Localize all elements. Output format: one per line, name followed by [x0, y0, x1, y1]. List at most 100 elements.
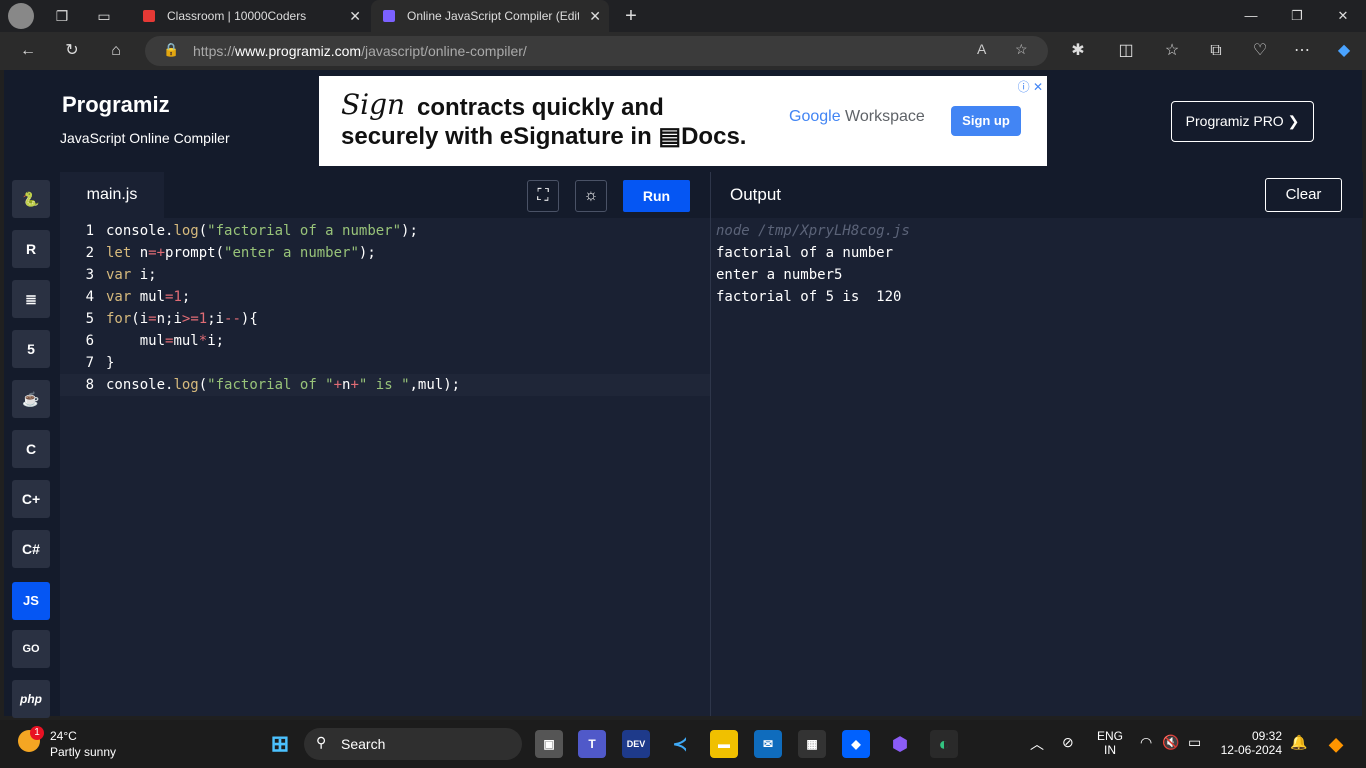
lock-icon: 🔒 [163, 42, 180, 57]
new-tab-icon[interactable]: + [617, 4, 645, 28]
workspaces-icon[interactable]: ❐ [48, 4, 76, 28]
advertisement-banner[interactable]: Sign contracts quickly and securely with… [319, 76, 1047, 166]
weather-temp: 24°C [50, 729, 77, 743]
output-console[interactable]: node /tmp/XpryLH8cog.js factorial of a n… [716, 220, 910, 308]
lang-python[interactable]: 🐍 [12, 180, 50, 218]
close-tab-icon[interactable]: ✕ [589, 0, 601, 32]
split-screen-icon[interactable]: ◫ [1112, 39, 1140, 63]
volume-muted-icon[interactable]: 🔇 [1162, 734, 1179, 751]
tab-programiz[interactable]: Online JavaScript Compiler (Edito ✕ [371, 0, 609, 32]
lang-c[interactable]: C [12, 430, 50, 468]
favorites-icon[interactable]: ☆ [1158, 39, 1186, 63]
code-line[interactable]: 2 let n=+prompt("enter a number"); [60, 242, 710, 264]
close-tab-icon[interactable]: ✕ [349, 0, 361, 32]
mail-icon[interactable]: ✉ [754, 730, 782, 758]
favorite-star-icon[interactable]: ☆ [1015, 41, 1028, 58]
ad-close-icon[interactable]: ⓘ ✕ [1018, 78, 1043, 95]
output-line: factorial of 5 is 120 [716, 289, 902, 305]
lang-sql[interactable]: ≣ [12, 280, 50, 318]
output-header: Output Clear [711, 172, 1363, 218]
language-sidebar: 🐍 R ≣ 5 ☕ C C+ C# JS GO php [4, 172, 60, 718]
lang-r[interactable]: R [12, 230, 50, 268]
output-title: Output [730, 185, 782, 204]
code-line[interactable]: 1 console.log("factorial of a number"); [60, 220, 710, 242]
vscode-icon[interactable]: ≺ [666, 730, 694, 758]
copilot-icon[interactable]: ◆ [1330, 39, 1358, 63]
extensions-icon[interactable]: ✱ [1064, 39, 1092, 63]
theme-toggle-icon[interactable]: ☼ [575, 180, 607, 212]
fullscreen-icon[interactable]: ⛶ [527, 180, 559, 212]
browser-essentials-icon[interactable]: ♡ [1246, 39, 1274, 63]
clear-button[interactable]: Clear [1265, 178, 1342, 212]
file-explorer-icon[interactable]: ▬ [710, 730, 738, 758]
lang-go[interactable]: GO [12, 630, 50, 668]
battery-icon[interactable]: ▭ [1188, 734, 1201, 751]
classroom-favicon [143, 10, 155, 22]
date: 12-06-2024 [1220, 743, 1282, 757]
devhome-icon[interactable]: DEV [622, 730, 650, 758]
search-icon: ⚲ [316, 734, 327, 750]
programiz-logo[interactable]: Programiz [62, 92, 170, 118]
time: 09:32 [1251, 729, 1282, 743]
output-line: node /tmp/XpryLH8cog.js [716, 223, 910, 239]
minimize-button[interactable]: — [1228, 0, 1274, 32]
battery-saver-icon[interactable]: ⊘ [1062, 734, 1074, 751]
lang-java[interactable]: ☕ [12, 380, 50, 418]
language-indicator[interactable]: ENG IN [1092, 729, 1128, 757]
lang-cpp[interactable]: C+ [12, 480, 50, 518]
profile-avatar[interactable] [8, 3, 34, 29]
run-button[interactable]: Run [623, 180, 690, 212]
url-text[interactable]: https://www.programiz.com/javascript/onl… [193, 43, 527, 59]
notifications-bell-icon[interactable]: 🔔 [1290, 734, 1307, 751]
home-icon[interactable]: ⌂ [102, 39, 130, 63]
dropbox-icon[interactable]: ◆ [842, 730, 870, 758]
code-line[interactable]: 7} [60, 352, 710, 374]
output-panel: Output Clear node /tmp/XpryLH8cog.js fac… [710, 172, 1363, 716]
code-line[interactable]: 3 var i; [60, 264, 710, 286]
code-line[interactable]: 6 mul=mul*i; [60, 330, 710, 352]
tab-classroom[interactable]: Classroom | 10000Coders ✕ [131, 0, 369, 32]
more-menu-icon[interactable]: ⋯ [1288, 39, 1316, 63]
site-header: Programiz JavaScript Online Compiler Sig… [4, 70, 1362, 172]
chevron-up-icon[interactable]: ︿ [1030, 734, 1044, 754]
teams-icon[interactable]: T [578, 730, 606, 758]
ad-headline-2: securely with eSignature in ▤Docs. [341, 123, 747, 150]
tab-title: Online JavaScript Compiler (Edito [407, 9, 579, 23]
tab-actions-icon[interactable]: ▭ [90, 4, 118, 28]
lang-javascript[interactable]: JS [12, 582, 50, 620]
programiz-favicon [383, 10, 395, 22]
programiz-pro-button[interactable]: Programiz PRO ❯ [1171, 101, 1314, 142]
ad-signature: Sign [341, 88, 406, 121]
lang-html[interactable]: 5 [12, 330, 50, 368]
lang-php[interactable]: php [12, 680, 50, 718]
windows-start-icon[interactable]: ⊞ [266, 730, 294, 758]
collections-icon[interactable]: ⧉ [1202, 39, 1230, 63]
file-tab-main[interactable]: main.js [60, 172, 164, 218]
store-icon[interactable]: ▦ [798, 730, 826, 758]
refresh-icon[interactable]: ↻ [58, 39, 86, 63]
clock[interactable]: 09:32 12-06-2024 [1218, 729, 1282, 757]
url-bar[interactable]: 🔒 https://www.programiz.com/javascript/o… [145, 36, 1048, 66]
region-code: IN [1104, 743, 1116, 757]
ad-signup-button[interactable]: Sign up [951, 106, 1021, 136]
lang-csharp[interactable]: C# [12, 530, 50, 568]
address-toolbar: ← ↻ ⌂ 🔒 https://www.programiz.com/javasc… [0, 32, 1366, 70]
lang-code: ENG [1096, 729, 1123, 743]
wifi-icon[interactable]: ◠ [1140, 734, 1152, 751]
copilot-pre-icon[interactable]: ◆ [1322, 730, 1350, 758]
code-line[interactable]: 4 var mul=1; [60, 286, 710, 308]
code-line[interactable]: 5 for(i=n;i>=1;i--){ [60, 308, 710, 330]
taskbar-search[interactable]: ⚲ Search [304, 728, 522, 760]
task-view-icon[interactable]: ▣ [535, 730, 563, 758]
restore-button[interactable]: ❐ [1274, 0, 1320, 32]
close-window-button[interactable]: ✕ [1320, 0, 1366, 32]
code-area[interactable]: 1 console.log("factorial of a number"); 2… [60, 220, 710, 396]
edge-icon[interactable]: ◐ [930, 730, 958, 758]
windows-taskbar: 1 24°C Partly sunny ⊞ ⚲ Search ▣ T DEV ≺… [0, 720, 1366, 768]
page: Programiz JavaScript Online Compiler Sig… [4, 70, 1363, 718]
read-aloud-icon[interactable]: A [977, 41, 986, 57]
code-line-current[interactable]: 8 console.log("factorial of "+n+" is ",mu… [60, 374, 710, 396]
page-title: JavaScript Online Compiler [60, 130, 230, 146]
copilot-app-icon[interactable]: ⬢ [886, 730, 914, 758]
back-icon[interactable]: ← [14, 39, 42, 63]
